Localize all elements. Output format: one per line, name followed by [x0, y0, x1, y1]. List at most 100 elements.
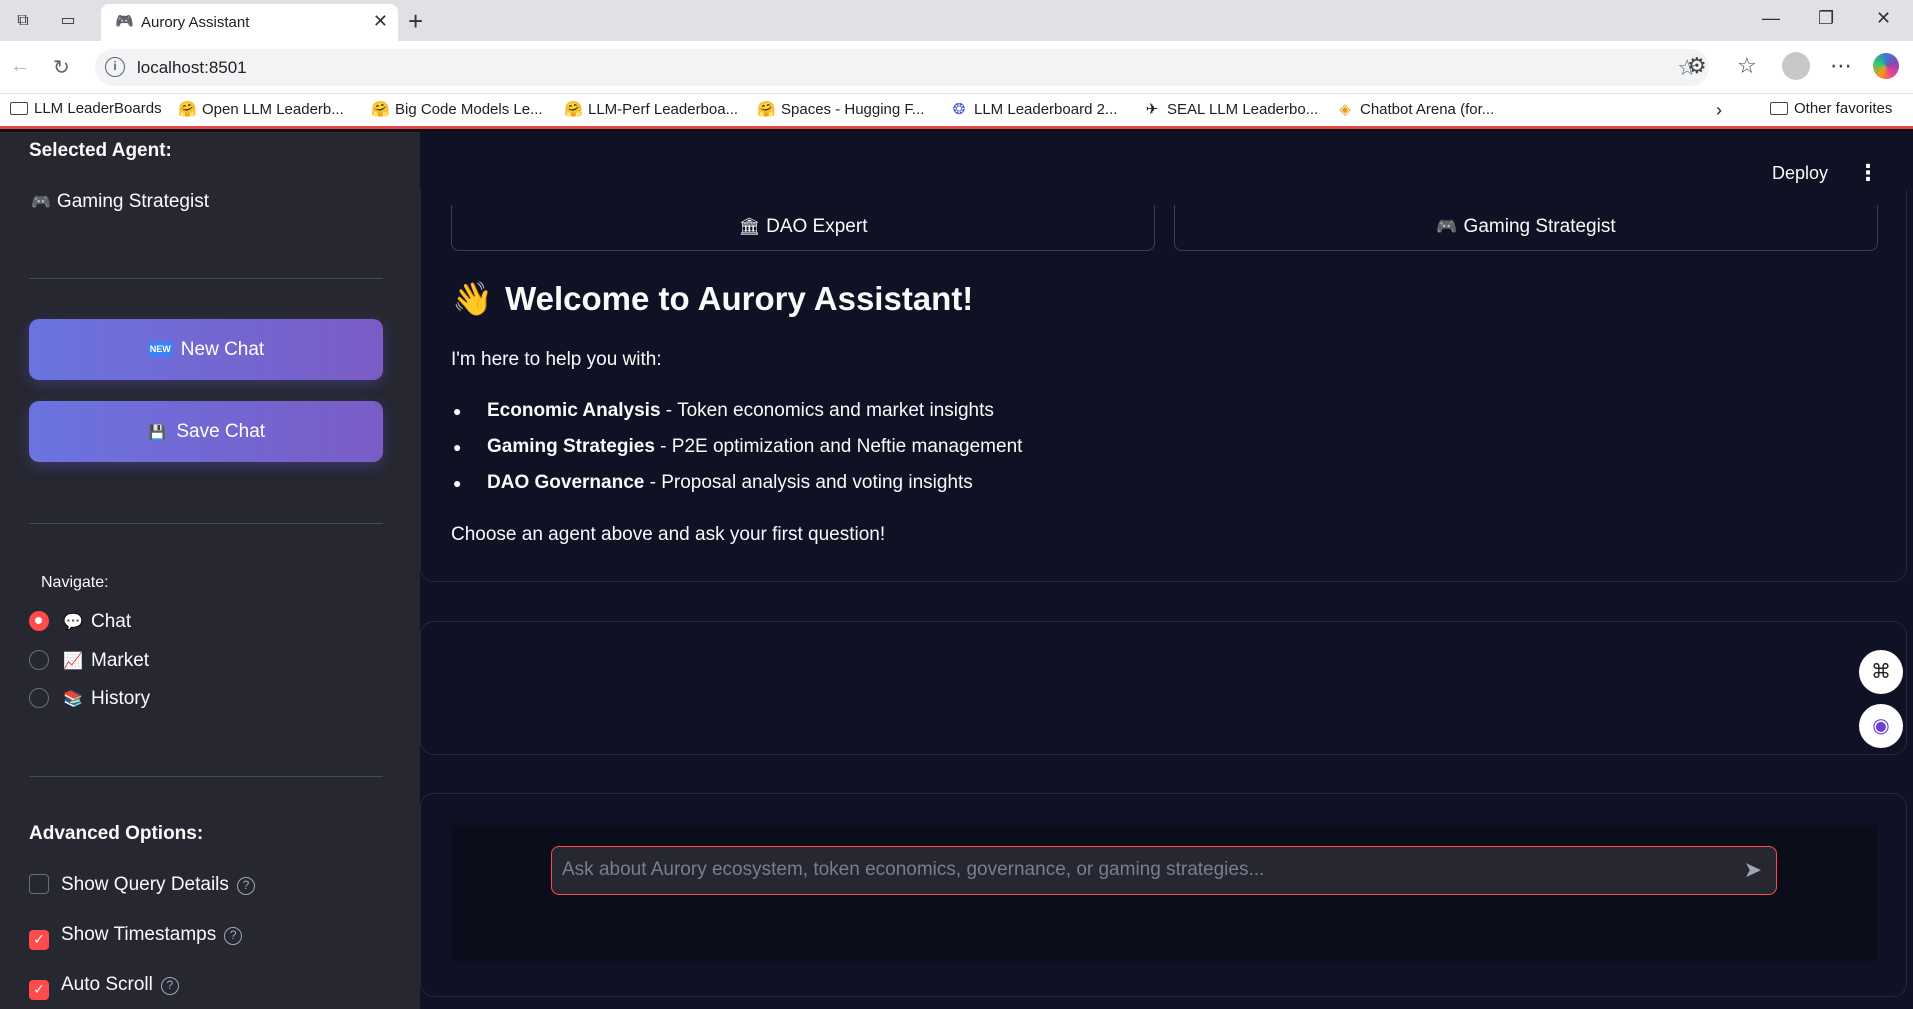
intro-text: I'm here to help you with: — [451, 349, 662, 370]
bookmarks-bar: LLM LeaderBoards 🤗 Open LLM Leaderb... 🤗 B… — [0, 94, 1913, 129]
radio-unselected[interactable] — [29, 688, 49, 708]
deploy-button[interactable]: Deploy — [1772, 163, 1828, 184]
other-favorites-label: Other favorites — [1794, 100, 1893, 117]
chat-input-box[interactable]: ➤ — [551, 846, 1777, 895]
site-info-icon[interactable]: i — [105, 57, 125, 77]
extensions-icon[interactable]: ⚙ — [1687, 53, 1707, 79]
new-tab-icon[interactable]: + — [408, 6, 423, 37]
option-label: Show Timestamps — [61, 924, 217, 945]
hugging-face-icon: 🤗 — [178, 101, 197, 118]
checkbox-checked[interactable]: ✓ — [29, 930, 49, 950]
sidebar: Selected Agent: 🎮 Gaming Strategist NEW Ne… — [0, 132, 420, 1009]
apps-icon[interactable]: ⌘ — [1859, 650, 1903, 694]
new-chat-button[interactable]: NEW New Chat — [29, 319, 383, 380]
vertical-tabs-icon[interactable]: ▭ — [57, 10, 79, 32]
bullet: ● — [453, 475, 462, 491]
bookmark-label: LLM-Perf Leaderboa... — [588, 101, 739, 118]
dao-expert-button[interactable]: 🏛 DAO Expert — [451, 205, 1155, 251]
speech-bubble-icon: 💬 — [63, 614, 83, 631]
nav-option-market[interactable]: 📈 Market — [29, 650, 149, 672]
divider — [29, 523, 383, 524]
chat-input[interactable] — [562, 847, 1732, 893]
chart-increasing-icon: 📈 — [63, 653, 83, 670]
help-icon[interactable]: ? — [224, 927, 243, 945]
arena-icon: ◈ — [1339, 101, 1351, 118]
bullet: ● — [453, 403, 462, 419]
checkbox-unchecked[interactable] — [29, 874, 49, 894]
gamepad-icon: 🎮 — [31, 194, 51, 211]
address-bar: ← ↻ i localhost:8501 ☆ ⚙ ☆ ⋯ — [0, 41, 1913, 94]
floppy-disk-icon: 💾 — [148, 424, 167, 440]
option-label: Auto Scroll — [61, 974, 153, 995]
browser-tab[interactable]: 🎮 Aurory Assistant ✕ — [101, 4, 398, 41]
bank-icon: 🏛 — [738, 217, 761, 236]
bookmark-label: LLM LeaderBoards — [34, 100, 162, 117]
show-query-details-checkbox[interactable]: Show Query Details? — [29, 874, 255, 896]
bookmark-item[interactable]: ◈ Chatbot Arena (for... — [1336, 100, 1494, 118]
radio-unselected[interactable] — [29, 650, 49, 670]
close-window-icon[interactable]: ✕ — [1876, 8, 1891, 29]
feature-desc: - Proposal analysis and voting insights — [644, 472, 973, 493]
browser-tab-strip: ⧉ ▭ 🎮 Aurory Assistant ✕ + — ❐ ✕ — [0, 0, 1913, 41]
selected-agent: 🎮 Gaming Strategist — [31, 191, 209, 213]
send-icon[interactable]: ➤ — [1744, 857, 1762, 883]
close-tab-icon[interactable]: ✕ — [373, 11, 388, 32]
navigate-label: Navigate: — [41, 574, 109, 591]
feature-item: ● Economic Analysis - Token economics and… — [453, 400, 994, 422]
folder-icon — [1770, 102, 1788, 115]
url-text[interactable]: localhost:8501 — [137, 58, 247, 78]
reload-icon[interactable]: ↻ — [53, 55, 70, 80]
nav-option-label: History — [91, 688, 151, 709]
bookmarks-overflow-icon[interactable]: › — [1716, 100, 1722, 121]
gamepad-icon: 🎮 — [115, 13, 134, 30]
auto-scroll-checkbox[interactable]: ✓ Auto Scroll? — [29, 974, 179, 1000]
save-chat-button[interactable]: 💾 Save Chat — [29, 401, 383, 462]
gaming-strategist-button[interactable]: 🎮 Gaming Strategist — [1174, 205, 1878, 251]
other-favorites[interactable]: Other favorites — [1770, 100, 1892, 117]
favorites-icon[interactable]: ☆ — [1737, 53, 1757, 79]
help-icon[interactable]: ? — [236, 877, 255, 895]
feature-title: Gaming Strategies — [487, 436, 655, 457]
more-tools-icon[interactable]: ⋯ — [1830, 53, 1852, 79]
advanced-options-label: Advanced Options: — [29, 823, 204, 844]
outro-text: Choose an agent above and ask your first… — [451, 524, 886, 545]
radio-selected[interactable] — [29, 611, 49, 631]
show-timestamps-checkbox[interactable]: ✓ Show Timestamps? — [29, 924, 243, 950]
nav-option-label: Market — [91, 650, 150, 671]
checkbox-checked[interactable]: ✓ — [29, 980, 49, 1000]
minimize-icon[interactable]: — — [1762, 8, 1780, 29]
welcome-title: 👋 Welcome to Aurory Assistant! — [452, 280, 973, 319]
assistant-bot-icon[interactable]: ◉ — [1859, 704, 1903, 748]
bookmark-item[interactable]: 🤗 LLM-Perf Leaderboa... — [564, 100, 738, 118]
feature-desc: - Token economics and market insights — [660, 400, 994, 421]
seal-icon: ✈ — [1145, 101, 1159, 118]
bookmark-item[interactable]: 🤗 Spaces - Hugging F... — [757, 100, 924, 118]
copilot-icon[interactable] — [1873, 53, 1899, 79]
restore-icon[interactable]: ❐ — [1818, 8, 1834, 29]
selected-agent-label: Selected Agent: — [29, 140, 172, 161]
bullet: ● — [453, 439, 462, 455]
bookmark-item[interactable]: ❂ LLM Leaderboard 2... — [950, 100, 1118, 118]
feature-title: Economic Analysis — [487, 400, 661, 421]
nav-option-history[interactable]: 📚 History — [29, 688, 150, 710]
profile-avatar[interactable] — [1782, 52, 1810, 80]
hugging-face-icon: 🤗 — [757, 101, 776, 118]
back-icon[interactable]: ← — [10, 55, 30, 78]
help-icon[interactable]: ? — [160, 977, 179, 995]
bookmark-item[interactable]: 🤗 Open LLM Leaderb... — [178, 100, 344, 118]
nav-option-chat[interactable]: 💬 Chat — [29, 611, 131, 633]
bookmark-label: SEAL LLM Leaderbo... — [1167, 101, 1319, 118]
bookmark-item[interactable]: ✈ SEAL LLM Leaderbo... — [1143, 100, 1319, 118]
bookmark-item[interactable]: 🤗 Big Code Models Le... — [371, 100, 543, 118]
workspaces-icon[interactable]: ⧉ — [12, 10, 34, 32]
tab-title: Aurory Assistant — [141, 14, 250, 31]
bookmark-item[interactable]: LLM LeaderBoards — [10, 100, 162, 117]
feature-item: ● DAO Governance - Proposal analysis and … — [453, 472, 973, 494]
gamepad-icon: 🎮 — [1436, 217, 1458, 236]
omnibox[interactable]: i localhost:8501 ☆ — [95, 49, 1709, 86]
feature-item: ● Gaming Strategies - P2E optimization an… — [453, 436, 1022, 458]
welcome-title-text: Welcome to Aurory Assistant! — [505, 280, 974, 317]
main-menu-icon[interactable]: ⋮ — [1857, 160, 1879, 186]
message-card — [420, 621, 1907, 755]
divider — [29, 776, 383, 777]
